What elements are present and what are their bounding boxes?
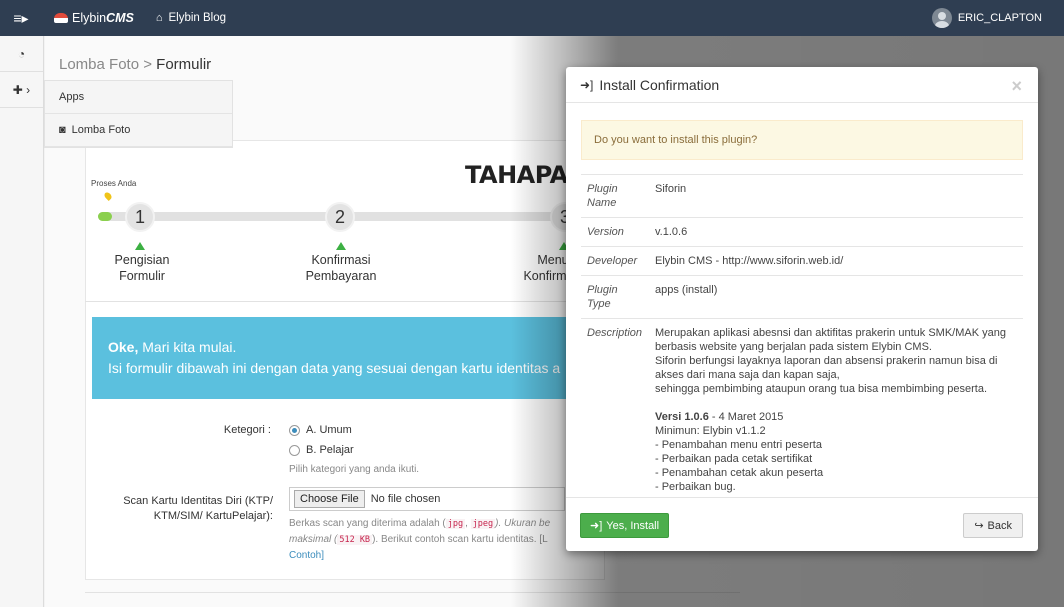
kategori-label: Ketegori : — [223, 424, 271, 436]
brand-logo[interactable]: Elybin CMS — [54, 11, 134, 25]
username: ERIC_CLAPTON — [957, 12, 1042, 24]
modal-footer: ➜] Yes, Install ↪ Back — [566, 497, 1038, 551]
radio-umum[interactable]: A. Umum — [289, 424, 352, 436]
confirm-alert: Do you want to install this plugin? — [581, 120, 1023, 160]
table-row: Developer Elybin CMS - http://www.siforin… — [581, 246, 1023, 276]
info-banner: Oke, Mari kita mulai. Isi formulir dibaw… — [92, 317, 605, 399]
description-text: Merupakan aplikasi abesnsi dan aktifitas… — [649, 318, 1023, 501]
user-menu[interactable]: ERIC_CLAPTON — [931, 8, 1042, 28]
radio-pelajar[interactable]: B. Pelajar — [289, 444, 354, 456]
apps-flyout-menu: Apps ◙ Lomba Foto — [44, 80, 233, 148]
flyout-item-lomba-foto[interactable]: ◙ Lomba Foto — [45, 114, 232, 147]
breadcrumb-current: Formulir — [156, 56, 212, 73]
close-icon[interactable]: × — [1011, 76, 1022, 97]
plugin-info-table: Plugin Name Siforin Version v.1.0.6 Develo… — [581, 174, 1023, 501]
sign-in-icon: ➜] — [580, 77, 594, 92]
radio-checked-icon[interactable] — [289, 424, 300, 436]
blog-link[interactable]: ⌂ Elybin Blog — [156, 12, 226, 24]
yes-install-button[interactable]: ➜] Yes, Install — [580, 513, 670, 538]
breadcrumb: Lomba Foto > Formulir — [59, 56, 211, 73]
avatar — [931, 8, 952, 28]
sign-in-icon: ➜] — [590, 520, 603, 532]
step-2-circle: 2 — [325, 202, 355, 232]
brand-text: Elybin — [72, 11, 107, 25]
step-2-marker-icon — [336, 242, 346, 250]
table-row: Plugin Type apps (install) — [581, 275, 1023, 319]
camera-icon: ◙ — [59, 124, 66, 136]
file-input[interactable]: Choose File No file chosen — [289, 487, 565, 511]
breadcrumb-parent[interactable]: Lomba Foto — [59, 56, 139, 73]
brand-cms: CMS — [106, 11, 134, 25]
bars-icon[interactable]: ≡▸ — [0, 0, 42, 36]
modal-title: Install Confirmation — [599, 76, 720, 93]
progress-fill — [98, 212, 112, 221]
step-1-marker-icon — [135, 242, 145, 250]
table-row: Description Merupakan aplikasi abesnsi d… — [581, 318, 1023, 501]
flag-icon — [54, 13, 68, 23]
divider-bottom — [85, 592, 740, 593]
blog-label: Elybin Blog — [168, 12, 227, 24]
top-navbar: ≡▸ Elybin CMS ⌂ Elybin Blog ERIC_CLAPTON — [0, 0, 1064, 36]
radio-unchecked-icon[interactable] — [289, 444, 300, 456]
table-row: Version v.1.0.6 — [581, 217, 1023, 247]
modal-header: ➜] Install Confirmation — [566, 67, 1038, 103]
contoh-link[interactable]: Contoh] — [289, 548, 569, 563]
flyout-item-apps[interactable]: Apps — [45, 81, 232, 114]
breadcrumb-separator: > — [139, 56, 157, 73]
back-button[interactable]: ↪ Back — [963, 513, 1023, 538]
divider — [85, 301, 605, 302]
home-icon: ⌂ — [155, 12, 163, 24]
progress-caption: Proses Anda — [91, 179, 137, 188]
share-icon: ↪ — [974, 520, 984, 532]
dashboard-icon[interactable]: ◔ — [0, 36, 43, 72]
install-confirmation-modal: ➜] Install Confirmation × Do you want to… — [566, 67, 1038, 551]
file-status: No file chosen — [370, 493, 441, 505]
scan-label: Scan Kartu Identitas Diri (KTP/KTM/SIM/ … — [123, 495, 273, 522]
step-1-label: Pengisian Formulir — [114, 253, 170, 283]
table-row: Plugin Name Siforin — [581, 174, 1023, 218]
step-1-circle: 1 — [125, 202, 155, 232]
sidebar: ◔ ✚ › — [0, 36, 44, 607]
scan-help: Berkas scan yang diterima adalah (jpg, j… — [289, 516, 569, 563]
kategori-help: Pilih kategori yang anda ikuti. — [289, 464, 420, 475]
choose-file-button[interactable]: Choose File — [294, 490, 365, 508]
puzzle-icon[interactable]: ✚ › — [0, 72, 43, 108]
step-2-label: Konfirmasi Pembayaran — [305, 253, 377, 283]
